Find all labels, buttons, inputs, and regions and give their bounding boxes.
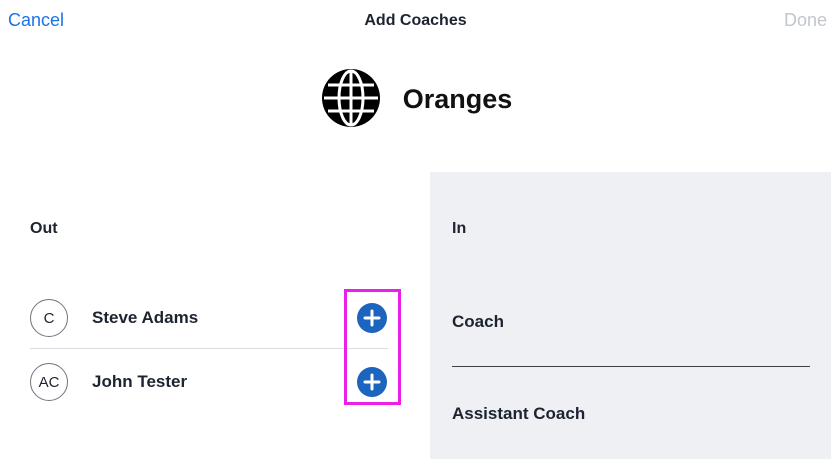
avatar: AC	[30, 363, 68, 401]
coach-name: John Tester	[92, 372, 188, 391]
avatar: C	[30, 299, 68, 337]
list-item: AC John Tester	[30, 361, 388, 403]
assistant-coach-slot[interactable]: Assistant Coach	[452, 404, 585, 424]
coach-name: Steve Adams	[92, 308, 199, 327]
slot-divider	[452, 366, 810, 367]
globe-icon	[319, 66, 383, 130]
team-name: Oranges	[402, 83, 513, 114]
in-heading: In	[452, 220, 467, 237]
coach-slot[interactable]: Coach	[452, 312, 504, 332]
highlight-box	[344, 289, 401, 405]
page-title: Add Coaches	[364, 12, 467, 29]
out-heading: Out	[30, 220, 58, 237]
row-divider	[30, 348, 388, 349]
list-item: C Steve Adams	[30, 297, 388, 339]
done-button[interactable]: Done	[784, 10, 827, 31]
team-header: Oranges	[0, 66, 831, 130]
